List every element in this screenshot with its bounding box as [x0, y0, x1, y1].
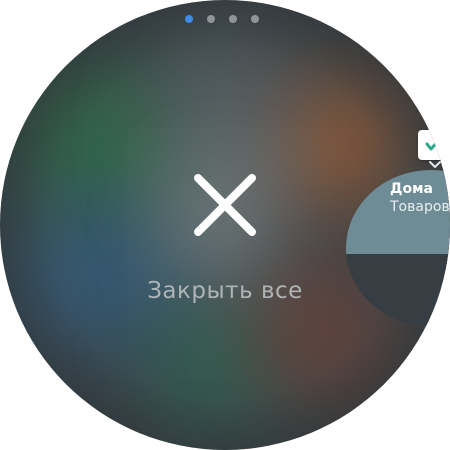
check-app-icon[interactable] [418, 130, 450, 160]
watch-screen: Закрыть все Дома Товаров [0, 0, 450, 450]
card-body [346, 254, 450, 326]
recent-app-subtitle: Товаров [390, 199, 450, 215]
page-dot-active [185, 15, 193, 23]
close-all-button[interactable] [190, 170, 260, 240]
close-x-icon [194, 174, 256, 236]
page-dot [229, 15, 237, 23]
page-dot [251, 15, 259, 23]
recent-app-title: Дома [390, 181, 433, 197]
card-text: Дома Товаров [390, 180, 450, 216]
page-dot [207, 15, 215, 23]
chevron-down-icon [429, 161, 441, 169]
page-indicator [185, 15, 259, 23]
checkmark-icon [425, 137, 442, 151]
recent-app-card[interactable]: Дома Товаров [346, 170, 450, 326]
